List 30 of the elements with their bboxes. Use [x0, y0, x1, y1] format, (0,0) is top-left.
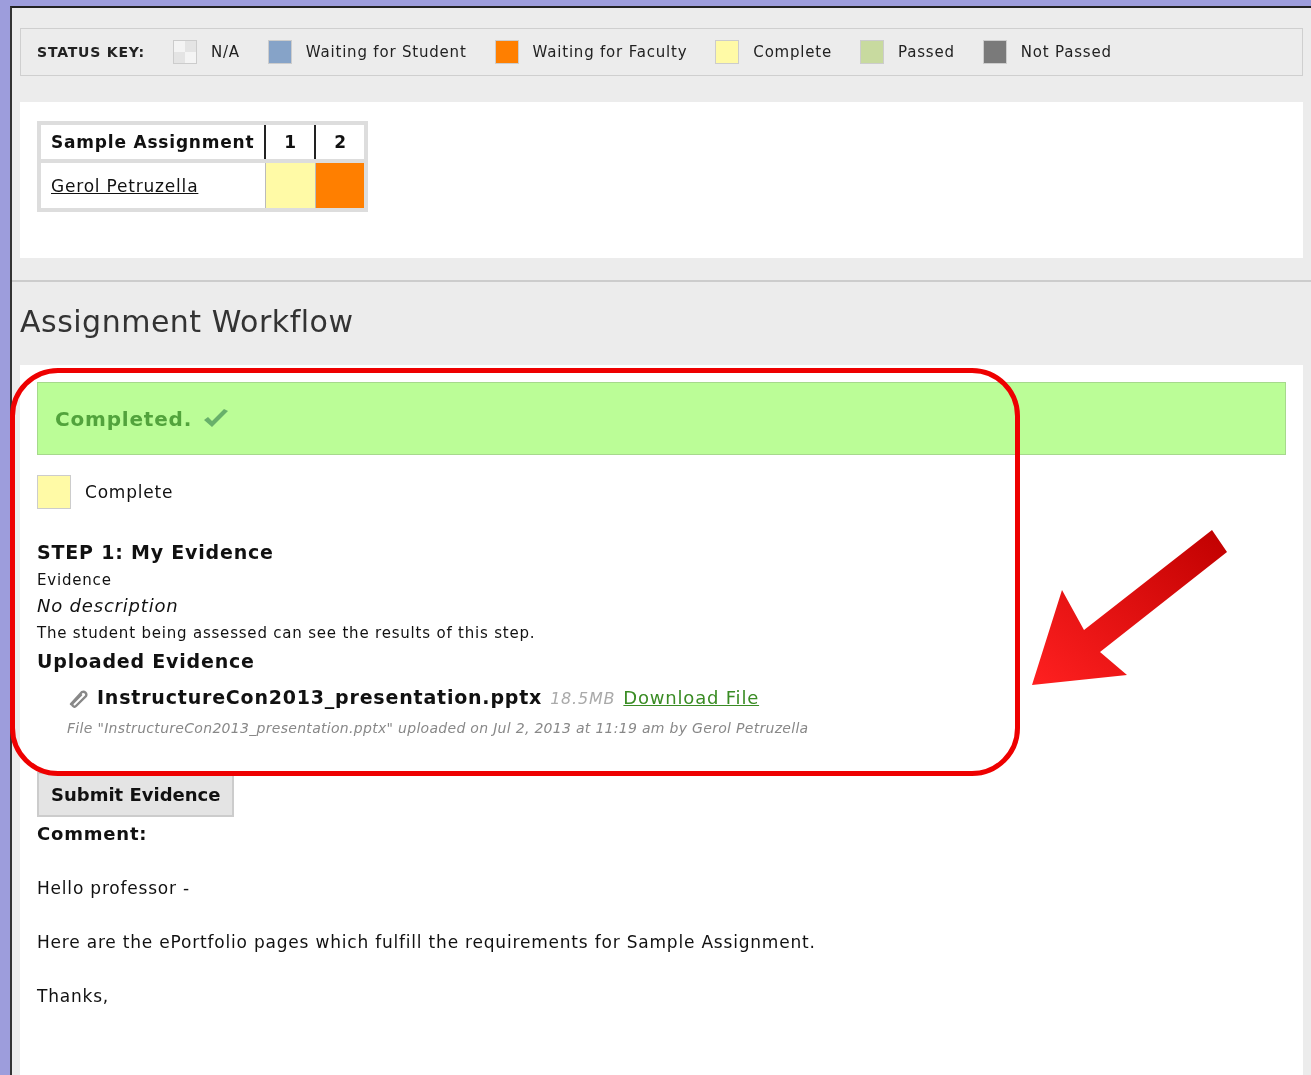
comment-text: Here are the ePortfolio pages which fulfill the requirements for Sample Assignment. [37, 932, 817, 952]
step-description: No description [37, 595, 180, 616]
comment-text: Thanks, [37, 986, 111, 1006]
step-title: STEP 1: My Evidence [37, 541, 275, 563]
step-column-header: 2 [315, 123, 367, 161]
status-key-text: N/A [210, 43, 240, 61]
status-key-text: Waiting for Faculty [532, 43, 688, 61]
visibility-note: The student being assessed can see the results of this step. [37, 624, 537, 642]
download-link[interactable]: Download File [623, 687, 760, 708]
check-icon [202, 407, 231, 430]
status-cell[interactable] [265, 161, 316, 210]
file-size: 18.5MB [550, 689, 616, 708]
section-heading: Assignment Workflow [20, 304, 355, 339]
status-cell[interactable] [315, 161, 367, 210]
assignment-title: Sample Assignment [39, 123, 266, 161]
status-key-text: Complete [753, 43, 833, 61]
status-key-text: Waiting for Student [305, 43, 467, 61]
upload-note: File "InstructureCon2013_presentation.pptx" uploaded on Jul 2, 2013 at 11:19 am by Gerol Petruzella [67, 720, 810, 736]
comment-label: Comment: [37, 823, 149, 844]
status-key-text: Not Passed [1020, 43, 1112, 61]
step-type: Evidence [37, 571, 113, 589]
file-name: InstructureCon2013_presentation.pptx [97, 686, 543, 708]
status-key-text: Passed [898, 43, 955, 61]
student-link[interactable]: Gerol Petruzella [51, 175, 199, 196]
uploaded-heading: Uploaded Evidence [37, 650, 256, 672]
comment-text: Hello professor - [37, 878, 191, 898]
banner-text: Completed. [55, 406, 193, 431]
submit-evidence-button[interactable]: Submit Evidence [37, 772, 235, 817]
status-key-label: STATUS KEY: [37, 44, 145, 60]
status-text: Complete [85, 482, 174, 502]
